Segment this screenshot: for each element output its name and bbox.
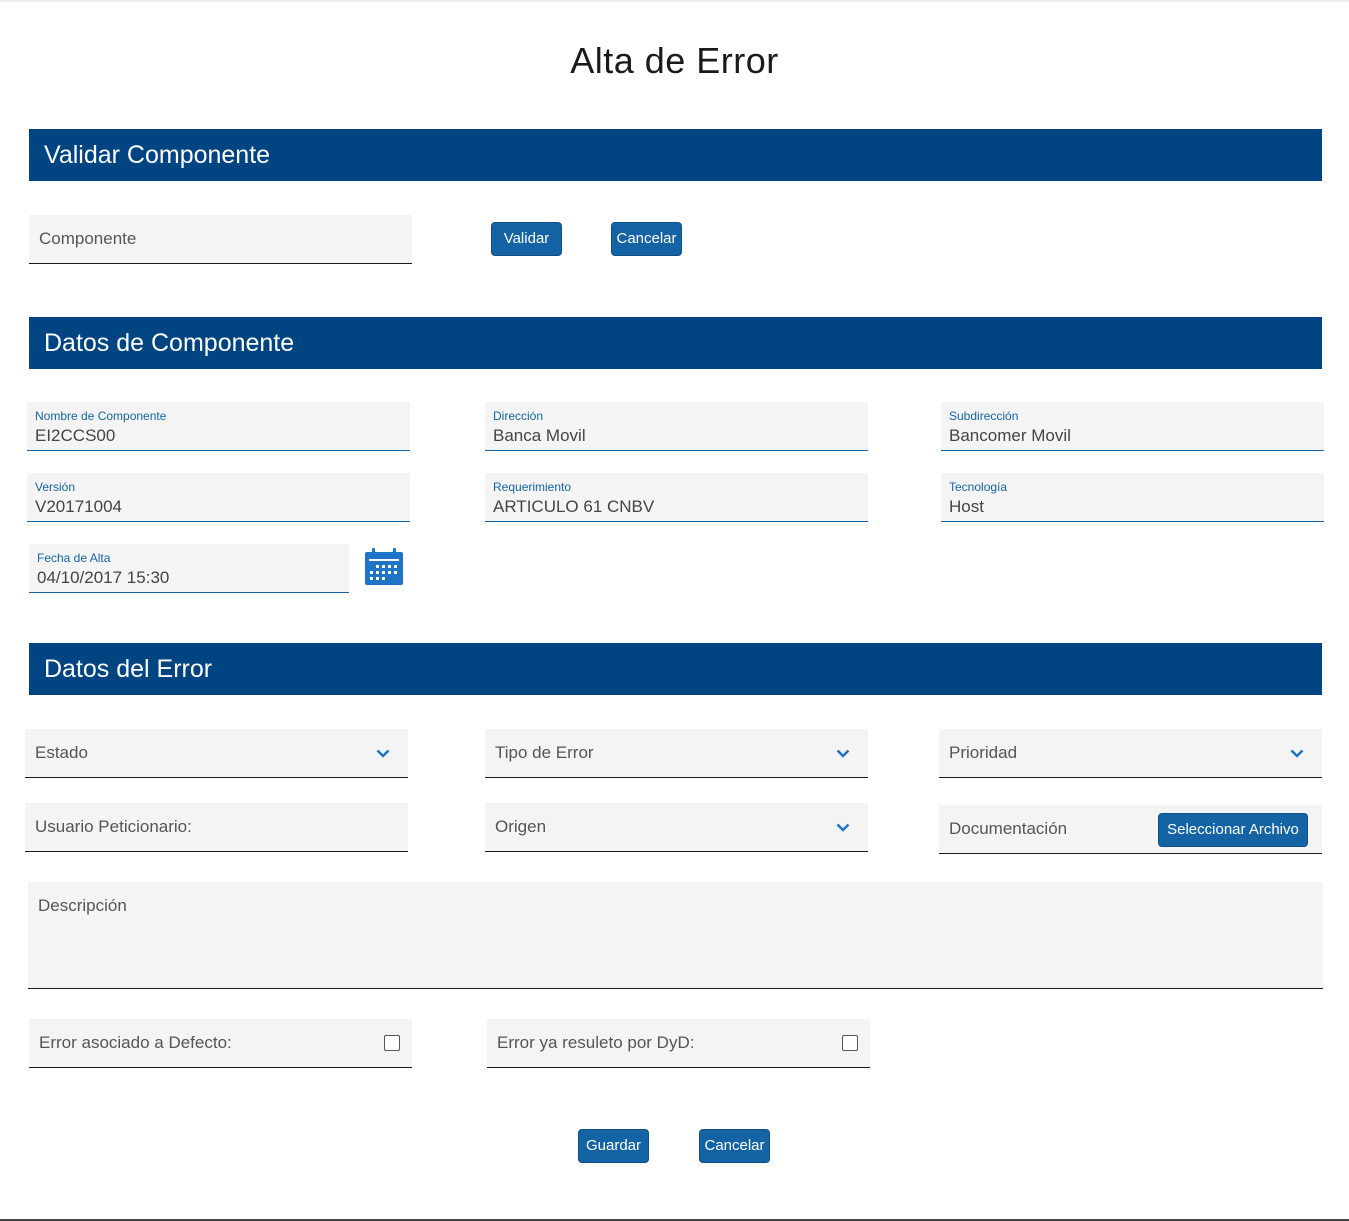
chevron-down-icon (836, 749, 850, 758)
fecha-alta-value: 04/10/2017 15:30 (37, 568, 170, 587)
subdireccion-value: Bancomer Movil (949, 426, 1071, 445)
chevron-down-icon (1290, 749, 1304, 758)
requerimiento-label: Requerimiento (493, 480, 572, 494)
requerimiento-field: Requerimiento ARTICULO 61 CNBV (485, 473, 868, 522)
version-value: V20171004 (35, 497, 122, 516)
version-field: Versión V20171004 (27, 473, 410, 522)
tecnologia-label: Tecnología (949, 480, 1008, 494)
direccion-label: Dirección (493, 409, 544, 423)
prioridad-placeholder: Prioridad (949, 743, 1018, 762)
section-header-validar: Validar Componente (29, 129, 1322, 181)
tecnologia-value: Host (949, 497, 984, 516)
nombre-componente-value: EI2CCS00 (35, 426, 116, 445)
estado-placeholder: Estado (35, 743, 88, 762)
cancelar-validar-button[interactable]: Cancelar (611, 222, 682, 256)
nombre-componente-field: Nombre de Componente EI2CCS00 (27, 402, 410, 451)
prioridad-select[interactable]: Prioridad (939, 729, 1322, 778)
documentacion-field: Documentación Seleccionar Archivo (939, 805, 1322, 854)
componente-placeholder: Componente (39, 229, 137, 248)
componente-input[interactable]: Componente (29, 215, 412, 264)
requerimiento-value: ARTICULO 61 CNBV (493, 497, 655, 516)
calendar-icon[interactable] (364, 548, 404, 586)
error-resuelto-checkbox[interactable] (842, 1035, 858, 1051)
top-divider (0, 0, 1349, 2)
error-asociado-label: Error asociado a Defecto: (39, 1033, 232, 1052)
fecha-alta-field[interactable]: Fecha de Alta 04/10/2017 15:30 (29, 544, 349, 593)
usuario-peticionario-input[interactable]: Usuario Peticionario: (25, 803, 408, 852)
subdireccion-field: Subdirección Bancomer Movil (941, 402, 1324, 451)
fecha-alta-label: Fecha de Alta (37, 551, 111, 565)
error-asociado-checkbox[interactable] (384, 1035, 400, 1051)
section-header-datos-error: Datos del Error (29, 643, 1322, 695)
origen-select[interactable]: Origen (485, 803, 868, 852)
seleccionar-archivo-button[interactable]: Seleccionar Archivo (1158, 813, 1308, 847)
tipo-error-placeholder: Tipo de Error (495, 743, 594, 762)
section-header-datos-componente: Datos de Componente (29, 317, 1322, 369)
error-resuelto-label: Error ya resuleto por DyD: (497, 1033, 695, 1052)
usuario-peticionario-placeholder: Usuario Peticionario: (35, 817, 192, 836)
descripcion-textarea[interactable]: Descripción (28, 882, 1323, 989)
chevron-down-icon (836, 823, 850, 832)
direccion-value: Banca Movil (493, 426, 586, 445)
error-asociado-defecto-field: Error asociado a Defecto: (29, 1019, 412, 1068)
nombre-componente-label: Nombre de Componente (35, 409, 167, 423)
direccion-field: Dirección Banca Movil (485, 402, 868, 451)
documentacion-label: Documentación (949, 819, 1068, 838)
chevron-down-icon (376, 749, 390, 758)
cancelar-button[interactable]: Cancelar (699, 1129, 770, 1163)
guardar-button[interactable]: Guardar (578, 1129, 649, 1163)
error-resuelto-dyd-field: Error ya resuleto por DyD: (487, 1019, 870, 1068)
descripcion-placeholder: Descripción (38, 896, 127, 915)
validar-button[interactable]: Validar (491, 222, 562, 256)
estado-select[interactable]: Estado (25, 729, 408, 778)
origen-placeholder: Origen (495, 817, 547, 836)
version-label: Versión (35, 480, 76, 494)
subdireccion-label: Subdirección (949, 409, 1019, 423)
tipo-error-select[interactable]: Tipo de Error (485, 729, 868, 778)
tecnologia-field: Tecnología Host (941, 473, 1324, 522)
page-title: Alta de Error (570, 40, 779, 81)
